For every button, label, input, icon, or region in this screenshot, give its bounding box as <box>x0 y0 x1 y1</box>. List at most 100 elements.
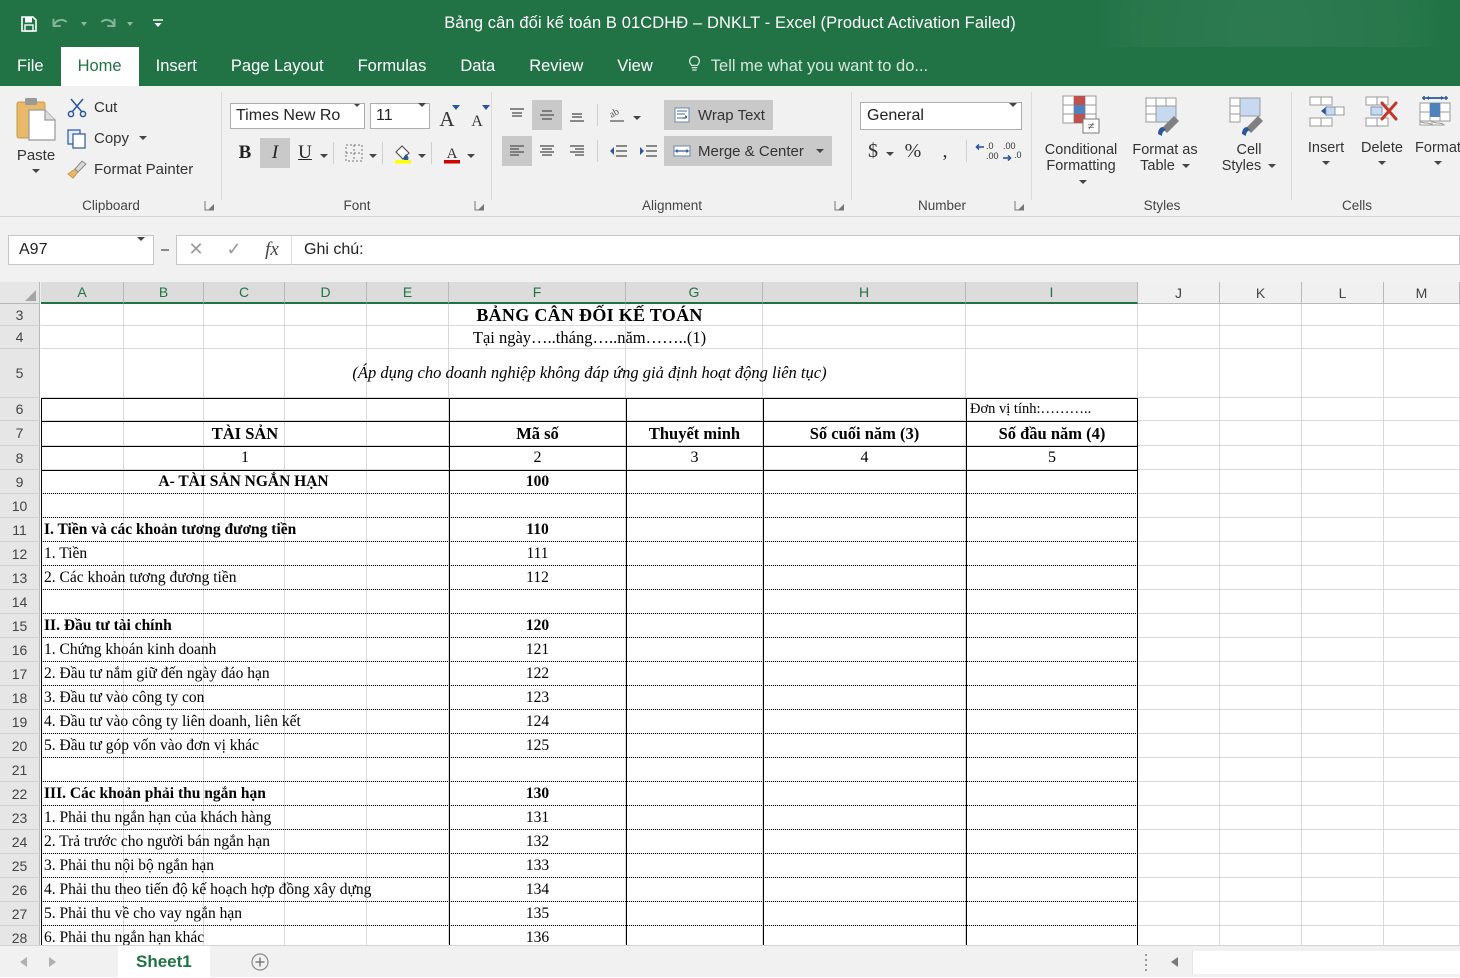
column-header-J[interactable]: J <box>1138 282 1220 304</box>
increase-indent-button[interactable] <box>633 136 663 166</box>
nav-prev-icon[interactable] <box>20 957 27 967</box>
redo-dropdown-icon[interactable] <box>124 9 136 39</box>
check-icon[interactable]: ✓ <box>215 236 253 264</box>
format-cells-dropdown-icon[interactable] <box>1434 161 1442 165</box>
underline-button[interactable]: U <box>290 138 320 168</box>
font-dialog-launcher[interactable] <box>474 200 486 212</box>
column-header-I[interactable]: I <box>966 282 1138 304</box>
format-painter-button[interactable]: Format Painter <box>66 158 193 180</box>
font-name-input[interactable]: Times New Ro <box>230 103 365 129</box>
fill-color-button[interactable] <box>388 138 418 168</box>
row-header-17[interactable]: 17 <box>0 662 40 686</box>
row-header-28[interactable]: 28 <box>0 926 40 945</box>
row-header-13[interactable]: 13 <box>0 566 40 590</box>
customize-qat-icon[interactable] <box>152 9 164 39</box>
select-all-corner[interactable] <box>0 282 40 304</box>
row-header-22[interactable]: 22 <box>0 782 40 806</box>
undo-dropdown-icon[interactable] <box>78 9 90 39</box>
borders-button[interactable] <box>339 138 369 168</box>
orientation-button[interactable]: ab <box>603 100 633 130</box>
row-header-3[interactable]: 3 <box>0 304 40 326</box>
scroll-left-button[interactable] <box>1157 951 1193 974</box>
format-cells-button[interactable]: Format <box>1410 94 1460 198</box>
name-box-dropdown-icon[interactable] <box>137 241 145 259</box>
align-top-button[interactable] <box>502 100 532 130</box>
row-header-6[interactable]: 6 <box>0 398 40 421</box>
font-color-button[interactable]: A <box>437 138 467 168</box>
nav-next-icon[interactable] <box>49 957 56 967</box>
row-header-16[interactable]: 16 <box>0 638 40 662</box>
align-right-button[interactable] <box>562 136 592 166</box>
format-as-table-dropdown-icon[interactable] <box>1182 164 1190 168</box>
column-header-D[interactable]: D <box>285 282 367 304</box>
tab-insert[interactable]: Insert <box>139 47 214 86</box>
row-header-25[interactable]: 25 <box>0 854 40 878</box>
cell-styles-dropdown-icon[interactable] <box>1268 164 1276 168</box>
align-middle-button[interactable] <box>532 100 562 130</box>
tab-view[interactable]: View <box>600 47 669 86</box>
tell-me-box[interactable]: Tell me what you want to do... <box>686 47 928 86</box>
column-header-B[interactable]: B <box>124 282 204 304</box>
number-format-select[interactable]: General <box>860 102 1022 130</box>
merge-center-button[interactable]: Merge & Center <box>664 136 832 166</box>
bold-button[interactable]: B <box>230 138 260 168</box>
name-box[interactable]: A97 <box>8 235 154 265</box>
font-name-dropdown-icon[interactable] <box>353 107 361 125</box>
row-header-11[interactable]: 11 <box>0 518 40 542</box>
borders-dropdown-icon[interactable] <box>369 154 377 158</box>
align-bottom-button[interactable] <box>562 100 592 130</box>
paste-dropdown-icon[interactable] <box>32 169 40 173</box>
align-left-button[interactable] <box>502 136 532 166</box>
delete-cells-dropdown-icon[interactable] <box>1378 161 1386 165</box>
row-header-27[interactable]: 27 <box>0 902 40 926</box>
column-header-M[interactable]: M <box>1384 282 1460 304</box>
orientation-dropdown-icon[interactable] <box>633 116 641 120</box>
increase-decimal-button[interactable]: .0.00 <box>975 136 1001 166</box>
italic-button[interactable]: I <box>260 138 290 168</box>
merge-center-dropdown-icon[interactable] <box>816 149 824 153</box>
currency-button[interactable]: $ <box>860 136 886 166</box>
cancel-icon[interactable]: ✕ <box>177 236 215 264</box>
alignment-dialog-launcher[interactable] <box>834 200 846 212</box>
column-header-A[interactable]: A <box>41 282 124 304</box>
align-center-button[interactable] <box>532 136 562 166</box>
conditional-formatting-button[interactable]: ≠ Conditional Formatting <box>1040 94 1122 198</box>
column-header-E[interactable]: E <box>367 282 449 304</box>
insert-cells-dropdown-icon[interactable] <box>1322 161 1330 165</box>
decrease-indent-button[interactable] <box>603 136 633 166</box>
row-header-19[interactable]: 19 <box>0 710 40 734</box>
decrease-decimal-button[interactable]: .00.0 <box>1001 136 1027 166</box>
row-header-7[interactable]: 7 <box>0 421 40 446</box>
paste-button[interactable]: Paste <box>8 94 64 198</box>
tab-formulas[interactable]: Formulas <box>341 47 444 86</box>
undo-icon[interactable] <box>46 9 76 39</box>
scrollbar-gripper[interactable] <box>1135 946 1157 978</box>
increase-font-size-button[interactable]: A <box>434 102 460 130</box>
row-header-21[interactable]: 21 <box>0 758 40 782</box>
font-size-input[interactable]: 11 <box>370 103 430 129</box>
cut-button[interactable]: Cut <box>66 96 193 118</box>
clipboard-dialog-launcher[interactable] <box>204 200 216 212</box>
column-header-C[interactable]: C <box>204 282 285 304</box>
currency-dropdown-icon[interactable] <box>886 152 894 156</box>
comma-style-button[interactable]: , <box>932 136 958 166</box>
horizontal-scrollbar[interactable] <box>1135 946 1460 978</box>
save-icon[interactable] <box>14 9 44 39</box>
tab-review[interactable]: Review <box>512 47 600 86</box>
row-header-26[interactable]: 26 <box>0 878 40 902</box>
row-header-14[interactable]: 14 <box>0 590 40 614</box>
column-header-K[interactable]: K <box>1220 282 1302 304</box>
format-as-table-button[interactable]: Format as Table <box>1124 94 1206 198</box>
font-color-dropdown-icon[interactable] <box>467 154 475 158</box>
row-header-12[interactable]: 12 <box>0 542 40 566</box>
row-header-24[interactable]: 24 <box>0 830 40 854</box>
underline-dropdown-icon[interactable] <box>320 154 328 158</box>
copy-button[interactable]: Copy <box>66 127 193 149</box>
add-sheet-icon[interactable] <box>240 946 280 978</box>
row-header-23[interactable]: 23 <box>0 806 40 830</box>
column-header-F[interactable]: F <box>449 282 626 304</box>
column-header-H[interactable]: H <box>763 282 966 304</box>
column-header-G[interactable]: G <box>626 282 763 304</box>
tab-home[interactable]: Home <box>61 47 139 86</box>
row-header-10[interactable]: 10 <box>0 494 40 518</box>
